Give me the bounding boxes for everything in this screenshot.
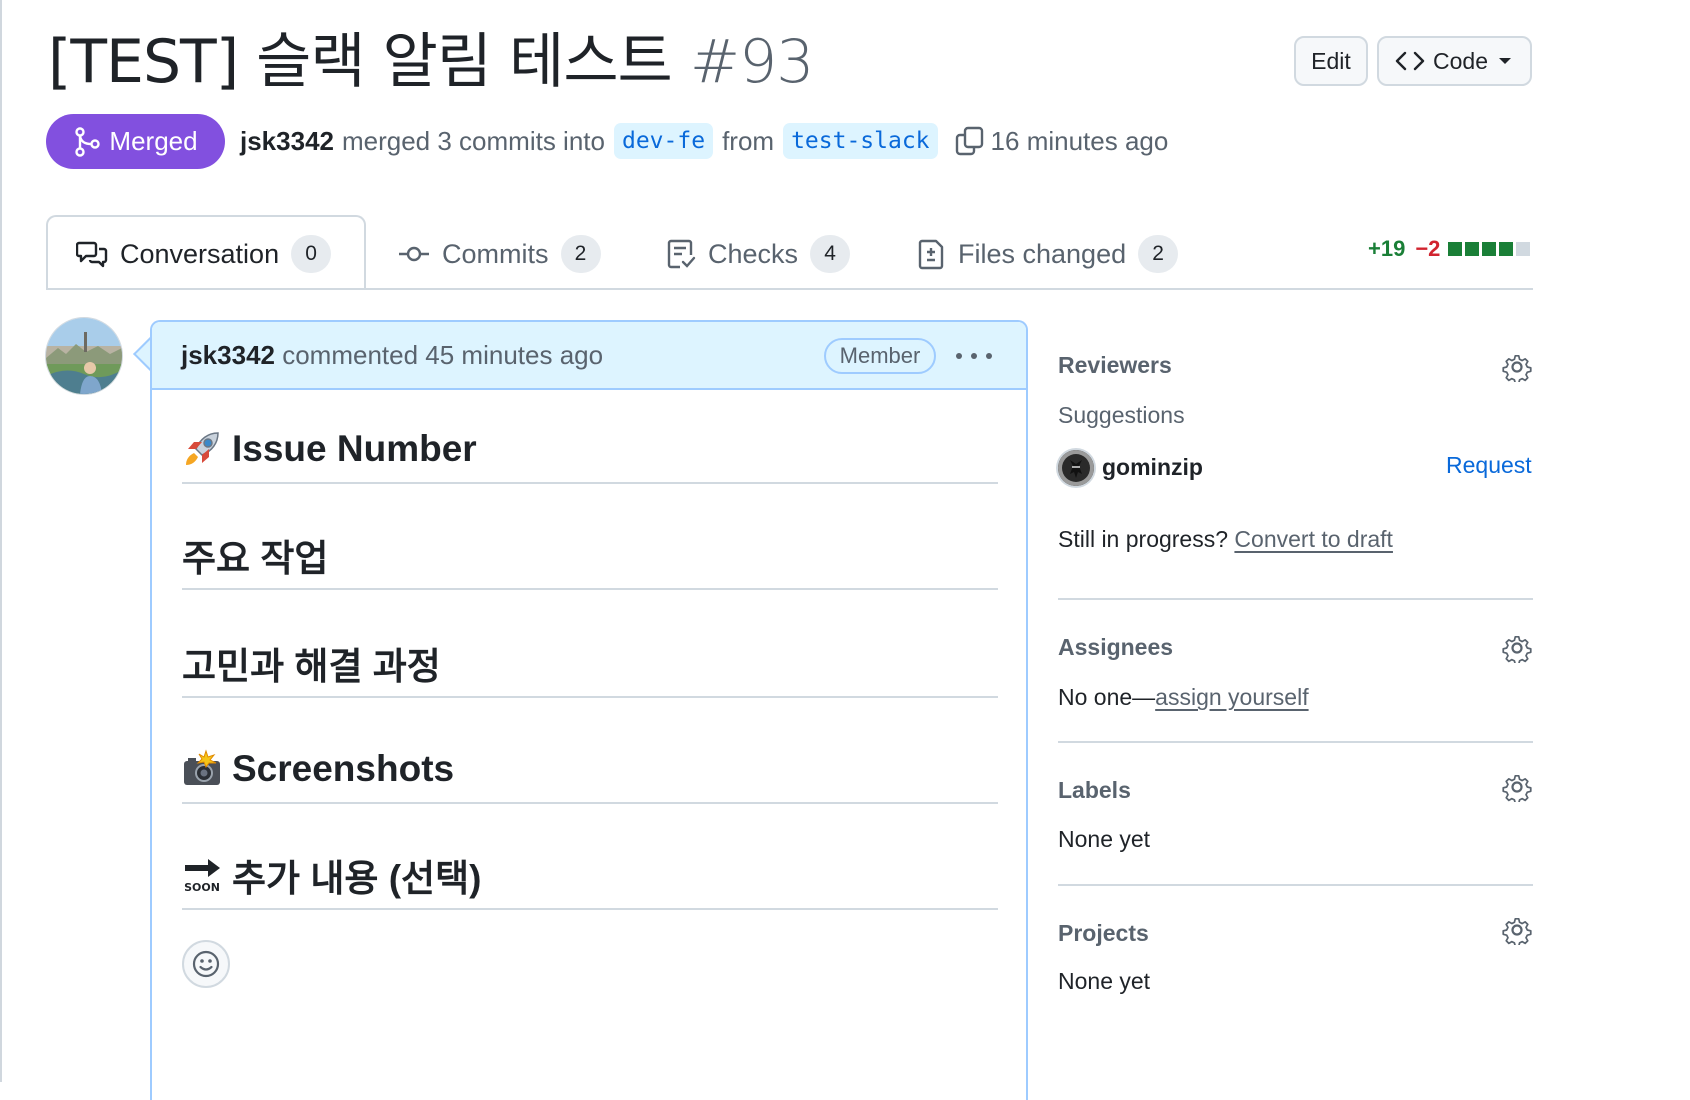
- draft-row: Still in progress? Convert to draft: [1058, 526, 1393, 553]
- tab-commits-label: Commits: [442, 238, 549, 269]
- smiley-icon: [192, 950, 220, 978]
- soon-text: SOON: [184, 881, 220, 894]
- reviewer-avatar[interactable]: [1058, 450, 1094, 486]
- tab-commits-count: 2: [560, 235, 601, 273]
- kebab-menu-icon[interactable]: [956, 344, 992, 368]
- edit-label: Edit: [1311, 47, 1351, 74]
- tab-commits[interactable]: Commits 2: [398, 228, 601, 280]
- comment-action: commented 45 minutes ago: [282, 340, 604, 370]
- heading-issue-number-text: Issue Number: [232, 428, 477, 469]
- member-badge: Member: [824, 338, 936, 374]
- diff-additions: +19: [1368, 236, 1406, 261]
- base-branch[interactable]: dev-fe: [613, 123, 714, 159]
- copy-icon[interactable]: [955, 126, 985, 156]
- labels-gear-icon[interactable]: [1502, 772, 1532, 802]
- tab-checks-count: 4: [810, 235, 851, 273]
- tab-conversation-label: Conversation: [120, 238, 280, 269]
- comment-author[interactable]: jsk3342: [181, 340, 275, 370]
- checklist-icon: [667, 239, 696, 269]
- suggestions-label: Suggestions: [1058, 402, 1185, 428]
- tab-conversation[interactable]: Conversation 0: [76, 228, 332, 280]
- from-text: from: [722, 125, 775, 156]
- merge-action-text: merged 3 commits into: [341, 125, 605, 156]
- code-icon: [1395, 51, 1425, 71]
- heading-issue-number: Issue Number: [182, 416, 998, 484]
- code-button[interactable]: Code: [1377, 36, 1532, 86]
- code-label: Code: [1433, 47, 1488, 74]
- rocket-icon: [182, 429, 222, 469]
- heading-main-work-text: 주요 작업: [182, 538, 329, 579]
- diffstat: +19 −2: [1368, 236, 1531, 262]
- comment-byline: jsk3342 commented 45 minutes ago: [181, 340, 603, 371]
- diff-block: [1448, 242, 1463, 256]
- diff-block: [1499, 242, 1514, 256]
- heading-problem-solving: 고민과 해결 과정: [182, 630, 998, 698]
- edit-button[interactable]: Edit: [1294, 36, 1368, 86]
- git-merge-icon: [75, 126, 101, 157]
- diff-deletions: −2: [1415, 236, 1441, 261]
- labels-value: None yet: [1058, 826, 1151, 852]
- reviewers-title[interactable]: Reviewers: [1058, 352, 1172, 379]
- heading-screenshots-text: Screenshots: [232, 748, 455, 789]
- sidebar-divider: [1058, 598, 1533, 600]
- heading-extra: SOON 추가 내용 (선택): [182, 842, 998, 910]
- page-title: [TEST] 슬랙 알림 테스트 #93: [48, 24, 815, 100]
- comment-box: jsk3342 commented 45 minutes ago Member …: [150, 320, 1028, 1100]
- sidebar-divider: [1058, 884, 1533, 886]
- diffstat-blocks: [1448, 242, 1531, 256]
- assignees-gear-icon[interactable]: [1502, 633, 1532, 663]
- assignees-prefix: No one—: [1058, 684, 1156, 710]
- heading-extra-text: 추가 내용 (선택): [232, 858, 482, 899]
- tabs-divider: [46, 288, 1533, 290]
- suggested-reviewer-name[interactable]: gominzip: [1102, 454, 1203, 481]
- git-commit-icon: [399, 246, 429, 262]
- diff-block: [1465, 242, 1480, 256]
- draft-prompt: Still in progress?: [1058, 526, 1229, 552]
- comment-header: jsk3342 commented 45 minutes ago Member: [152, 322, 1026, 390]
- heading-problem-solving-text: 고민과 해결 과정: [182, 646, 441, 687]
- heading-main-work: 주요 작업: [182, 522, 998, 590]
- soon-arrow-icon: SOON: [182, 855, 222, 895]
- assignees-title[interactable]: Assignees: [1058, 634, 1173, 661]
- avatar[interactable]: [46, 318, 122, 394]
- convert-to-draft-link[interactable]: Convert to draft: [1234, 526, 1393, 552]
- merged-label: Merged: [109, 126, 198, 156]
- diff-block: [1516, 242, 1531, 256]
- pr-title-text: [TEST] 슬랙 알림 테스트: [48, 27, 673, 97]
- projects-gear-icon[interactable]: [1502, 915, 1532, 945]
- add-reaction-button[interactable]: [182, 940, 230, 988]
- triangle-down-icon: [1498, 58, 1511, 64]
- tab-checks-label: Checks: [708, 238, 799, 269]
- tab-checks[interactable]: Checks 4: [666, 228, 851, 280]
- file-diff-icon: [918, 239, 944, 270]
- tab-files-label: Files changed: [958, 238, 1127, 269]
- labels-title[interactable]: Labels: [1058, 777, 1131, 804]
- tab-conversation-count: 0: [291, 235, 332, 273]
- reviewers-gear-icon[interactable]: [1502, 352, 1532, 382]
- projects-title[interactable]: Projects: [1058, 920, 1149, 947]
- heading-screenshots: Screenshots: [182, 736, 998, 804]
- request-review-link[interactable]: Request: [1446, 452, 1532, 479]
- assignees-value: No one—assign yourself: [1058, 684, 1309, 711]
- head-branch[interactable]: test-slack: [783, 123, 938, 159]
- author-link[interactable]: jsk3342: [240, 126, 334, 157]
- pr-meta: jsk3342 merged 3 commits into dev-fe fro…: [240, 116, 1168, 166]
- assign-yourself-link[interactable]: assign yourself: [1155, 684, 1308, 710]
- projects-value: None yet: [1058, 968, 1151, 994]
- tab-files-count: 2: [1138, 235, 1179, 273]
- camera-flash-icon: [182, 749, 222, 789]
- merged-time: 16 minutes ago: [990, 125, 1169, 156]
- comment-discussion-icon: [76, 241, 108, 268]
- sidebar-divider: [1058, 741, 1533, 743]
- diff-block: [1482, 242, 1497, 256]
- left-border: [0, 0, 2, 1082]
- tab-files-changed[interactable]: Files changed 2: [918, 228, 1179, 280]
- pr-number: #93: [689, 27, 815, 97]
- merged-status-badge: Merged: [46, 114, 225, 169]
